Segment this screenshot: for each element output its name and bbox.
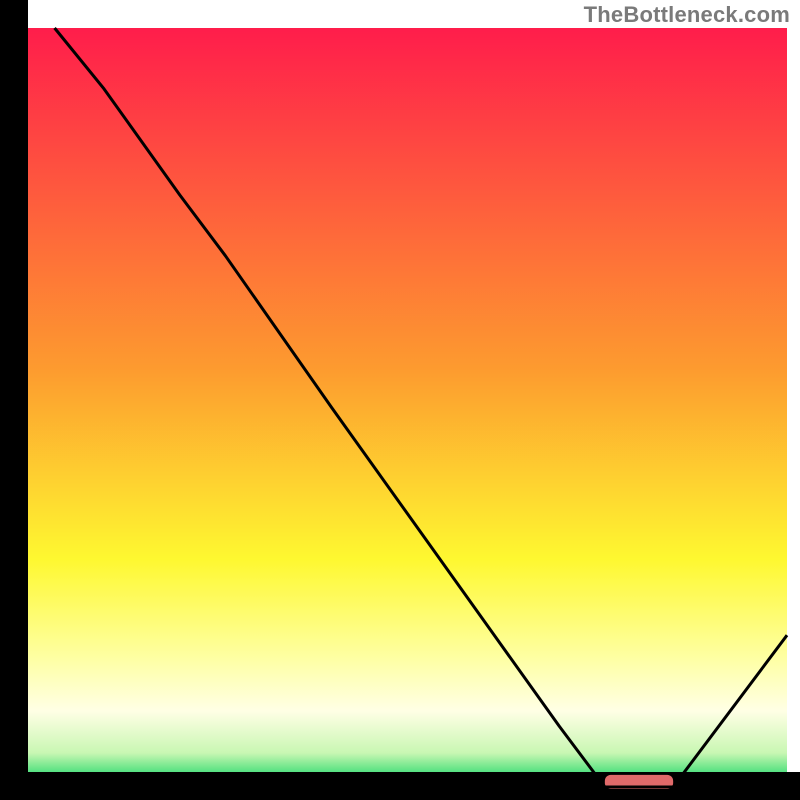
chart-container: TheBottleneck.com: [0, 0, 800, 800]
bottleneck-chart: [0, 0, 800, 800]
